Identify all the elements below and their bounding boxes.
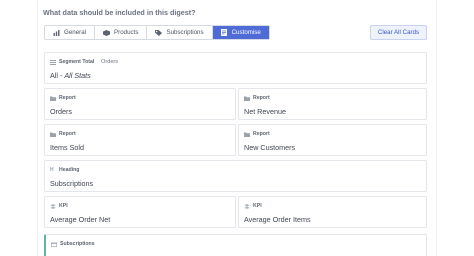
tab-subscriptions-label: Subscriptions (166, 29, 204, 36)
card-type-badge: Segment Total (50, 59, 94, 65)
tab-customise[interactable]: Customise (212, 26, 269, 39)
card-type-badge: Report (50, 131, 76, 137)
document-icon (221, 29, 228, 36)
card-title: Orders (50, 107, 72, 116)
tab-general-label: General (64, 29, 87, 36)
card-title-italic: All Stats (64, 71, 91, 80)
card-subscriptions[interactable]: Subscriptions (44, 234, 427, 256)
card-type-badge: Report (244, 95, 270, 101)
card-type-label: KPI (59, 203, 68, 209)
tab-subscriptions[interactable]: Subscriptions (147, 26, 213, 39)
card-type-label: Report (59, 95, 76, 101)
card-report-items-sold[interactable]: Report Items Sold (44, 124, 236, 156)
digest-question-label: What data should be included in this dig… (43, 8, 196, 17)
card-type-badge: H Heading (50, 167, 79, 173)
card-report-net-revenue[interactable]: Report Net Revenue (238, 88, 427, 120)
card-type-label: Segment Total (59, 59, 95, 65)
card-title: New Customers (244, 143, 296, 152)
tab-general[interactable]: General (45, 26, 96, 39)
card-report-orders[interactable]: Report Orders (44, 88, 236, 120)
segment-value: Orders (101, 59, 119, 65)
card-type-badge: KPI (244, 203, 262, 209)
card-title: Average Order Items (244, 215, 311, 224)
folder-icon (244, 132, 250, 137)
card-type-label: Report (253, 95, 270, 101)
tab-bar: General Products Subscriptions Customise (44, 25, 270, 40)
card-type-label: Subscriptions (60, 241, 95, 247)
heading-icon: H (50, 167, 54, 173)
card-report-new-customers[interactable]: Report New Customers (238, 124, 427, 156)
card-type-label: Report (59, 131, 76, 137)
card-kpi-average-order-items[interactable]: KPI Average Order Items (238, 196, 427, 228)
kpi-icon (244, 203, 250, 209)
card-type-label: KPI (253, 203, 262, 209)
card-type-label: Heading (59, 167, 80, 173)
card-title: All - All Stats (50, 71, 91, 80)
card-type-label: Report (253, 131, 270, 137)
kpi-icon (50, 203, 56, 209)
tab-products-label: Products (114, 29, 139, 36)
tab-products[interactable]: Products (95, 26, 148, 39)
calendar-icon (51, 242, 57, 247)
card-title: Subscriptions (50, 179, 94, 188)
folder-icon (50, 96, 56, 101)
card-title-prefix: All - (50, 71, 65, 80)
card-title: Average Order Net (50, 215, 111, 224)
chart-icon (53, 29, 60, 36)
folder-icon (244, 96, 250, 101)
box-icon (103, 29, 111, 36)
card-segment-total[interactable]: Segment Total Orders All - All Stats (44, 52, 427, 84)
card-heading-subscriptions[interactable]: H Heading Subscriptions (44, 160, 427, 192)
card-title: Net Revenue (244, 107, 286, 116)
list-icon (50, 59, 56, 65)
card-kpi-average-order-net[interactable]: KPI Average Order Net (44, 196, 236, 228)
tab-customise-label: Customise (231, 29, 261, 36)
folder-icon (50, 132, 56, 137)
card-type-badge: Report (244, 131, 270, 137)
clear-all-cards-button[interactable]: Clear All Cards (370, 25, 427, 40)
card-title: Items Sold (50, 143, 84, 152)
card-type-badge: Report (50, 95, 76, 101)
card-type-badge: Subscriptions (51, 241, 95, 247)
card-type-badge: KPI (50, 203, 68, 209)
tag-icon (155, 29, 163, 36)
